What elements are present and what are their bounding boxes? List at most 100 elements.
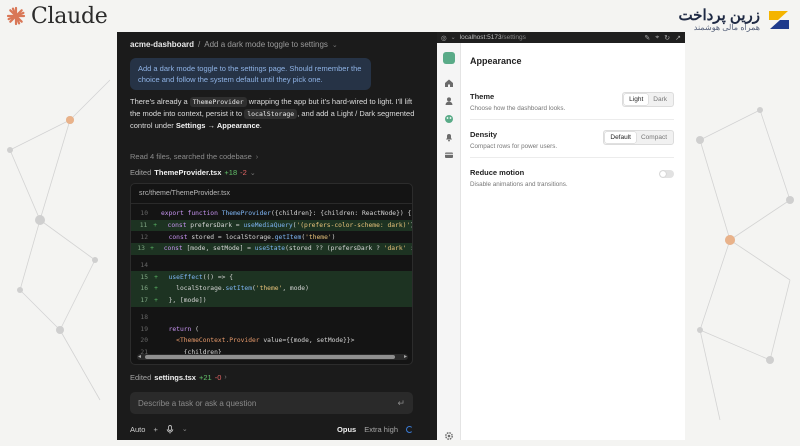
diff-line: 15 + useEffect(() => { (131, 271, 412, 284)
lines-added: +18 (224, 168, 238, 177)
home-icon[interactable] (444, 75, 454, 87)
line-number: 14 (140, 262, 148, 270)
code-text: const stored = localStorage.getItem('the… (168, 233, 336, 241)
horizontal-scrollbar[interactable]: ◂ ▸ (137, 354, 408, 360)
code-text: <ThemeContext.Provider value={{mode, set… (176, 337, 355, 345)
settings-page: Appearance Theme Choose how the dashboar… (470, 43, 675, 440)
zarinpal-wordmark: زرین پرداخت (678, 6, 760, 24)
settings-path-emphasis: Settings → Appearance (175, 121, 260, 130)
line-number: 16 (140, 285, 148, 293)
inline-code: localStorage (244, 109, 298, 119)
diff-sign: + (150, 245, 154, 253)
edited-file-row[interactable]: Edited settings.tsx +21 -0 › (130, 373, 227, 382)
microphone-icon[interactable] (166, 424, 174, 434)
diff-sign: + (154, 273, 158, 281)
project-name[interactable]: acme-dashboard (130, 40, 194, 49)
model-selector[interactable]: Opus (337, 425, 356, 434)
preview-toolbar: ◎ ⌄ localhost:5173/settings ✎ ⌖ ↻ ↗ (437, 32, 685, 43)
url-bar[interactable]: localhost:5173/settings (460, 34, 641, 41)
line-number: 13 (137, 245, 145, 253)
chevron-right-icon: › (224, 374, 227, 381)
activity-summary[interactable]: Read 4 files, searched the codebase › (130, 152, 258, 161)
diff-line: 10 export function ThemeProvider({childre… (131, 208, 412, 220)
assistant-text: . (259, 121, 262, 130)
scroll-right-icon[interactable]: ▸ (404, 353, 407, 360)
divider (470, 157, 674, 158)
edit-pencil-icon[interactable]: ✎ (644, 34, 650, 42)
scrollbar-thumb[interactable] (145, 355, 395, 359)
chevron-right-icon: › (255, 152, 259, 161)
page-title: Appearance (470, 56, 522, 66)
line-number: 11 (139, 222, 148, 230)
code-text: localStorage.setItem('theme', mode) (161, 285, 309, 293)
mode-selector[interactable]: Auto (130, 425, 145, 434)
diff-line: 19 return ( (131, 323, 412, 335)
thread-title[interactable]: Add a dark mode toggle to settings (204, 40, 328, 49)
loading-spinner-icon (406, 425, 413, 433)
reduce-motion-toggle[interactable] (659, 170, 674, 178)
diff-sign: + (154, 285, 158, 293)
line-number: 10 (140, 210, 148, 218)
reload-icon[interactable]: ↻ (664, 34, 670, 42)
claude-sunburst-icon (6, 6, 26, 26)
chevron-down-icon[interactable]: ⌄ (182, 425, 188, 433)
claude-brand-logo: Claude (6, 3, 108, 29)
diff-line: 18 (131, 312, 412, 324)
inline-code: ThemeProvider (189, 97, 247, 107)
open-external-icon[interactable]: ↗ (675, 34, 681, 42)
billing-card-icon[interactable] (444, 147, 454, 158)
setting-density: Density Compact rows for power users. De… (470, 130, 674, 158)
edited-label: Edited (130, 373, 152, 382)
composer-placeholder: Describe a task or ask a question (138, 398, 257, 408)
diff-lines: 10 export function ThemeProvider({childre… (131, 208, 412, 358)
diff-line: 11 + const prefersDark = useMediaQuery('(… (131, 219, 412, 232)
scroll-left-icon[interactable]: ◂ (138, 353, 141, 360)
select-element-icon[interactable]: ⌖ (655, 34, 659, 42)
density-option-default[interactable]: Default (605, 132, 636, 143)
composer-input[interactable]: Describe a task or ask a question ↵ (130, 392, 413, 414)
breadcrumb-separator: / (198, 40, 201, 49)
user-icon[interactable] (444, 93, 454, 105)
density-option-compact[interactable]: Compact (636, 132, 672, 143)
browser-preview-pane: ◎ ⌄ localhost:5173/settings ✎ ⌖ ↻ ↗ Appe… (437, 32, 685, 440)
claude-wordmark: Claude (31, 3, 108, 29)
code-text: export function ThemeProvider({children}… (161, 210, 412, 218)
theme-option-dark[interactable]: Dark (648, 94, 672, 105)
code-text: useEffect(() => { (168, 273, 234, 281)
theme-segmented-control[interactable]: Light Dark (622, 92, 674, 107)
line-number: 12 (140, 233, 148, 241)
edited-filename: settings.tsx (154, 373, 196, 382)
chevron-down-icon[interactable]: ⌄ (332, 41, 338, 49)
setting-label: Reduce motion (470, 168, 525, 177)
app-logo-icon[interactable] (443, 52, 455, 64)
edited-file-row[interactable]: Edited ThemeProvider.tsx +18 -2 ⌄ (130, 168, 256, 177)
enter-return-icon[interactable]: ↵ (397, 398, 405, 409)
bell-icon[interactable] (444, 129, 454, 142)
code-text: const prefersDark = useMediaQuery('(pref… (167, 222, 412, 230)
density-segmented-control[interactable]: Default Compact (603, 130, 674, 145)
app-sidebar-rail (437, 43, 461, 440)
lines-added: +21 (198, 373, 212, 382)
diff-viewer: src/theme/ThemeProvider.tsx 10 export fun… (130, 183, 413, 365)
line-number: 18 (140, 313, 148, 321)
chevron-down-icon[interactable]: ⌄ (451, 34, 456, 41)
diff-sign: + (154, 297, 158, 305)
user-message-bubble: Add a dark mode toggle to the settings p… (130, 58, 371, 90)
theme-option-light[interactable]: Light (624, 94, 649, 105)
plus-icon[interactable]: + (153, 425, 157, 434)
zarinpal-mark-icon (769, 11, 789, 29)
assistant-text: There's already a (130, 97, 190, 106)
diff-line: 17 + }, [mode]) (131, 294, 412, 307)
composer-footer: Auto + ⌄ Opus Extra high (130, 422, 413, 436)
effort-selector[interactable]: Extra high (364, 425, 398, 434)
palette-icon[interactable] (444, 111, 454, 123)
diff-file-path: src/theme/ThemeProvider.tsx (131, 184, 412, 204)
diff-line: 12 const stored = localStorage.getItem('… (131, 231, 412, 243)
diff-line: 14 (131, 260, 412, 272)
app-window: acme-dashboard / Add a dark mode toggle … (117, 32, 685, 440)
globe-icon[interactable]: ◎ (441, 34, 447, 42)
settings-gear-icon[interactable] (444, 428, 454, 440)
diff-line: 13 + const [mode, setMode] = useState(sto… (131, 243, 412, 255)
code-text: return ( (168, 325, 199, 333)
lines-removed: -0 (214, 373, 222, 382)
